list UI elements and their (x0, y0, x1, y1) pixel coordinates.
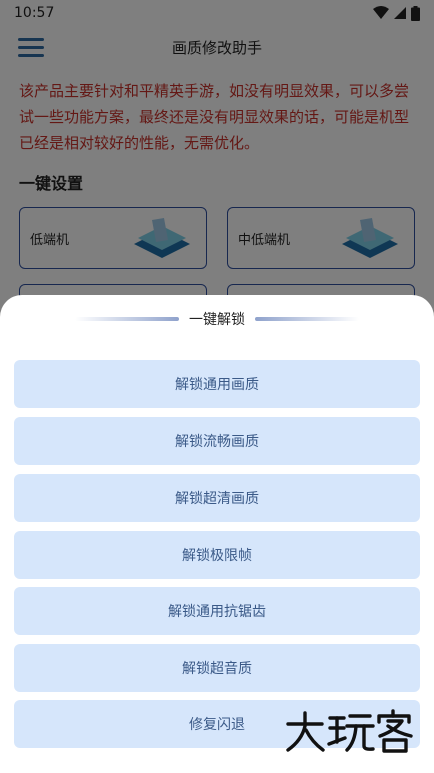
header-divider-left (75, 317, 179, 321)
unlock-hd-quality-button[interactable]: 解锁超清画质 (14, 474, 420, 522)
unlock-antialiasing-button[interactable]: 解锁通用抗锯齿 (14, 587, 420, 635)
unlock-general-quality-button[interactable]: 解锁通用画质 (14, 360, 420, 408)
sheet-header: 一键解锁 (0, 307, 434, 331)
unlock-super-audio-button[interactable]: 解锁超音质 (14, 644, 420, 692)
unlock-max-fps-button[interactable]: 解锁极限帧 (14, 531, 420, 579)
watermark-logo (286, 709, 413, 753)
sheet-title: 一键解锁 (189, 312, 245, 328)
header-divider-right (255, 317, 359, 321)
unlock-smooth-quality-button[interactable]: 解锁流畅画质 (14, 417, 420, 465)
unlock-bottom-sheet: 一键解锁 解锁通用画质 解锁流畅画质 解锁超清画质 解锁极限帧 解锁通用抗锯齿 … (0, 295, 434, 773)
